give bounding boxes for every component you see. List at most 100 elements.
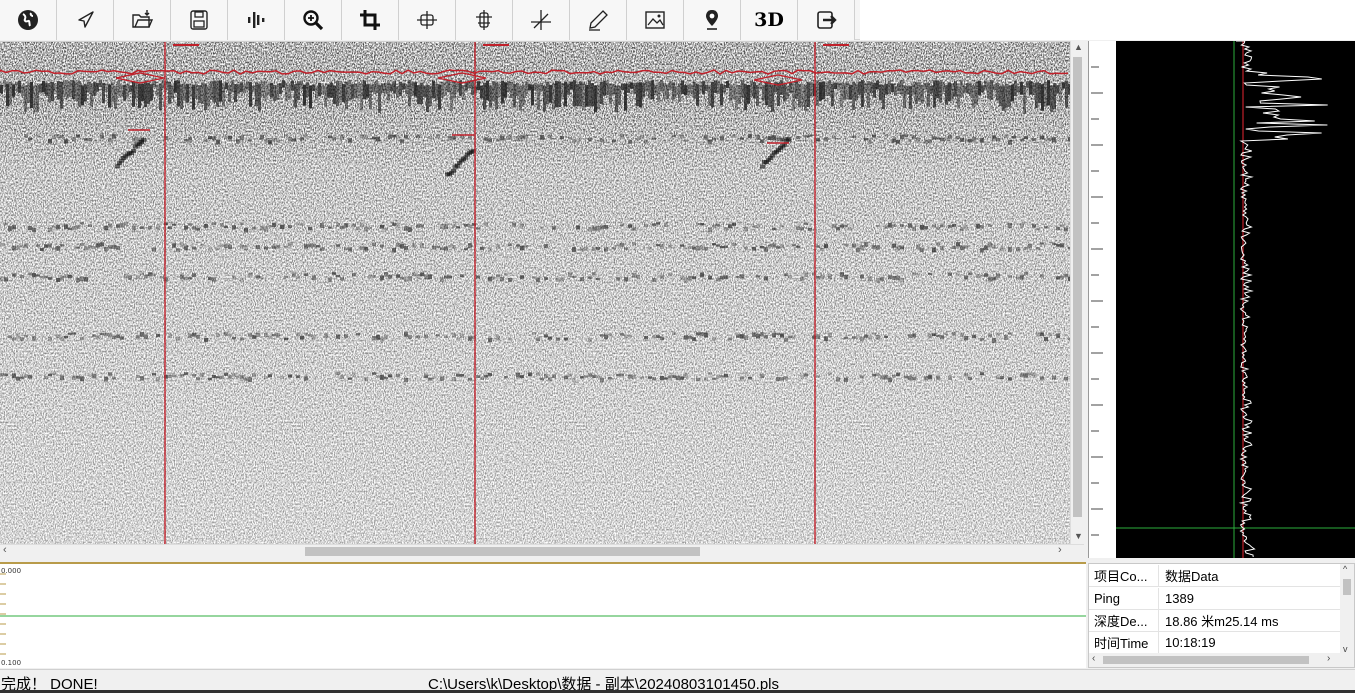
layer-echo xyxy=(492,276,496,280)
scroll-left-arrow-icon[interactable]: ‹ xyxy=(1092,653,1095,664)
layer-echo xyxy=(588,276,592,280)
vertical-scroll-thumb[interactable] xyxy=(1073,57,1082,517)
open-file-button[interactable] xyxy=(114,0,171,40)
sonar-vertical-scrollbar[interactable]: ▲ ▼ xyxy=(1070,41,1084,544)
seabed-echo-column xyxy=(816,80,819,106)
property-row-depth[interactable]: 深度De... 18.86 米m25.14 ms xyxy=(1089,610,1341,632)
layer-echo xyxy=(220,375,224,379)
layer-echo xyxy=(732,134,736,137)
seabed-echo-column xyxy=(63,80,66,97)
depth-ticks xyxy=(1091,66,1103,536)
seabed-echo-column xyxy=(141,83,144,102)
navigate-button[interactable] xyxy=(57,0,114,40)
seabed-echo-column xyxy=(993,84,996,91)
layer-echo xyxy=(864,242,868,247)
globe-button[interactable] xyxy=(0,0,57,40)
property-vertical-scrollbar[interactable]: ^ v xyxy=(1340,564,1354,654)
scroll-left-arrow-icon[interactable]: ‹ xyxy=(3,544,7,556)
sonar-profile-view[interactable] xyxy=(0,41,1070,544)
layer-echo xyxy=(452,377,456,381)
property-horizontal-scrollbar[interactable]: ‹ › xyxy=(1089,653,1354,667)
layer-echo xyxy=(348,138,352,143)
vertical-marker-button[interactable] xyxy=(456,0,513,40)
horizontal-scroll-thumb[interactable] xyxy=(305,547,700,556)
pen-icon xyxy=(589,10,608,31)
layer-echo xyxy=(732,242,736,247)
seabed-echo-column xyxy=(420,82,423,105)
seabed-echo-column xyxy=(258,83,261,111)
layer-echo xyxy=(964,335,968,341)
layer-echo xyxy=(1024,246,1028,250)
layer-echo xyxy=(404,332,408,337)
layer-echo xyxy=(496,274,500,278)
image-button[interactable] xyxy=(627,0,684,40)
layer-echo xyxy=(288,242,292,247)
layer-echo xyxy=(520,374,524,379)
seabed-echo-column xyxy=(1011,84,1014,102)
exit-button[interactable] xyxy=(798,0,855,40)
location-button[interactable] xyxy=(684,0,741,40)
axis-button[interactable] xyxy=(513,0,570,40)
seabed-echo-column xyxy=(882,84,885,110)
scroll-down-arrow-icon[interactable]: ▼ xyxy=(1074,531,1083,541)
layer-echo xyxy=(496,336,500,341)
draw-button[interactable] xyxy=(570,0,627,40)
save-button[interactable] xyxy=(171,0,228,40)
3d-view-button[interactable]: 3D xyxy=(741,0,798,40)
layer-echo xyxy=(1028,372,1032,376)
layer-echo xyxy=(608,377,612,380)
property-row-ping[interactable]: Ping 1389 xyxy=(1089,588,1341,610)
seabed-echo-column xyxy=(198,85,201,104)
layer-echo xyxy=(448,244,452,247)
scroll-right-arrow-icon[interactable]: › xyxy=(1058,544,1062,556)
layer-echo xyxy=(348,247,352,252)
property-scroll-thumb[interactable] xyxy=(1343,579,1351,595)
layer-echo xyxy=(1052,242,1056,246)
layer-echo xyxy=(1008,377,1012,381)
layer-echo xyxy=(852,336,856,339)
layer-echo xyxy=(484,374,488,378)
amplitude-trace-panel[interactable] xyxy=(1116,40,1355,558)
signal-button[interactable] xyxy=(228,0,285,40)
property-row-time[interactable]: 时间Time 10:18:19 xyxy=(1089,632,1341,654)
property-hscroll-thumb[interactable] xyxy=(1103,656,1309,664)
layer-echo xyxy=(180,242,184,247)
seabed-echo-column xyxy=(741,80,744,98)
scroll-up-arrow-icon[interactable]: ▲ xyxy=(1074,42,1083,52)
layer-echo xyxy=(744,226,748,232)
scroll-right-arrow-icon[interactable]: › xyxy=(1327,653,1330,664)
layer-echo xyxy=(224,136,228,139)
seabed-echo-column xyxy=(957,85,960,108)
seabed-echo-column xyxy=(852,82,855,110)
layer-echo xyxy=(184,277,188,280)
seabed-echo-column xyxy=(687,84,690,96)
layer-echo xyxy=(644,139,648,144)
layer-echo xyxy=(1032,372,1036,377)
layer-echo xyxy=(528,372,532,377)
scroll-up-arrow-icon[interactable]: ^ xyxy=(1343,564,1347,574)
seabed-echo-column xyxy=(828,80,831,97)
layer-echo xyxy=(668,244,672,248)
seabed-echo-column xyxy=(516,83,519,97)
layer-echo xyxy=(384,272,388,277)
sonar-horizontal-scrollbar[interactable]: ‹ › xyxy=(0,544,1084,558)
main-toolbar: 3D xyxy=(0,0,860,40)
layer-echo xyxy=(304,134,308,138)
seabed-echo-column xyxy=(618,85,621,106)
layer-echo xyxy=(860,375,864,379)
zoom-in-button[interactable] xyxy=(285,0,342,40)
layer-echo xyxy=(256,245,260,250)
seabed-echo-column xyxy=(297,81,300,101)
layer-echo xyxy=(568,373,572,377)
layer-echo xyxy=(588,227,592,232)
layer-echo xyxy=(964,372,968,376)
crop-button[interactable] xyxy=(342,0,399,40)
layer-echo xyxy=(28,137,32,141)
horizontal-marker-button[interactable] xyxy=(399,0,456,40)
layer-echo xyxy=(928,333,932,339)
layer-echo xyxy=(488,373,492,377)
layer-echo xyxy=(580,247,584,252)
layer-echo xyxy=(16,376,20,381)
reflector-echo xyxy=(131,148,136,153)
layer-echo xyxy=(80,242,84,247)
